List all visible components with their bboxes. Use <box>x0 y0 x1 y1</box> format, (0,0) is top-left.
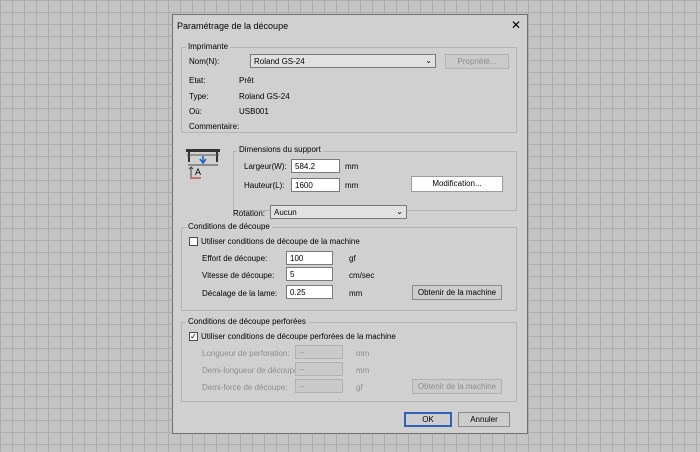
printer-name-select[interactable]: Roland GS-24 ⌄ <box>250 54 436 68</box>
half-length-unit: mm <box>356 366 370 375</box>
half-force-unit: gf <box>356 383 363 392</box>
perforated-get-from-machine-button[interactable]: Obtenir de la machine <box>412 379 502 394</box>
media-icon-letter: A <box>195 167 202 177</box>
cutting-offset-label: Décalage de la lame: <box>202 289 278 298</box>
cutting-offset-unit: mm <box>349 289 363 298</box>
printer-comment-label: Commentaire: <box>189 122 240 131</box>
rotation-value: Aucun <box>274 208 297 217</box>
cutting-speed-label: Vitesse de découpe: <box>202 271 275 280</box>
perforated-use-machine-checkbox[interactable]: ✓ <box>189 332 198 341</box>
media-height-unit: mm <box>345 181 359 190</box>
checkmark-icon: ✓ <box>190 332 197 341</box>
half-force-label: Demi-force de découpe: <box>202 383 288 392</box>
half-length-field[interactable]: -- <box>295 362 343 376</box>
media-legend: Dimensions du support <box>237 145 323 154</box>
cutting-speed-unit: cm/sec <box>349 271 375 280</box>
perforation-length-field[interactable]: -- <box>295 345 343 359</box>
perforation-length-unit: mm <box>356 349 370 358</box>
printer-state-label: Etat: <box>189 76 206 85</box>
printer-state-value: Prêt <box>239 76 254 85</box>
cutting-legend: Conditions de découpe <box>186 222 272 231</box>
perforated-legend: Conditions de découpe perforées <box>186 317 308 326</box>
media-height-field[interactable]: 1600 <box>291 178 340 192</box>
printer-name-label: Nom(N): <box>189 57 220 66</box>
cancel-button[interactable]: Annuler <box>458 412 510 427</box>
printer-where-value: USB001 <box>239 107 269 116</box>
cutting-force-unit: gf <box>349 254 356 263</box>
media-width-field[interactable]: 584.2 <box>291 159 340 173</box>
rotation-label: Rotation: <box>233 209 266 218</box>
rotation-select[interactable]: Aucun ⌄ <box>270 205 407 219</box>
ok-button[interactable]: OK <box>404 412 452 427</box>
media-height-label: Hauteur(L): <box>244 181 285 190</box>
printer-legend: Imprimante <box>186 42 231 51</box>
close-icon[interactable]: ✕ <box>511 19 521 31</box>
printer-name-value: Roland GS-24 <box>254 57 305 66</box>
chevron-down-icon: ⌄ <box>396 207 403 216</box>
media-width-label: Largeur(W): <box>244 162 287 171</box>
chevron-down-icon: ⌄ <box>425 56 432 65</box>
modify-media-button[interactable]: Modification... <box>411 176 503 192</box>
cutting-use-machine-checkbox[interactable] <box>189 237 198 246</box>
properties-button[interactable]: Propriété... <box>445 54 509 69</box>
printer-where-label: Où: <box>189 107 202 116</box>
cutting-use-machine-label[interactable]: Utiliser conditions de découpe de la mac… <box>201 237 360 246</box>
cutting-offset-field[interactable]: 0.25 <box>286 285 333 299</box>
cut-settings-dialog: Paramétrage de la découpe ✕ Imprimante N… <box>172 14 528 434</box>
cutting-speed-field[interactable]: 5 <box>286 267 333 281</box>
title-bar[interactable]: Paramétrage de la découpe ✕ <box>173 15 527 37</box>
media-icon: A <box>185 148 221 180</box>
dialog-title: Paramétrage de la découpe <box>177 21 289 31</box>
printer-type-value: Roland GS-24 <box>239 92 290 101</box>
perforation-length-label: Longueur de perforation: <box>202 349 290 358</box>
cutting-get-from-machine-button[interactable]: Obtenir de la machine <box>412 285 502 300</box>
perforated-use-machine-label[interactable]: Utiliser conditions de découpe perforées… <box>201 332 396 341</box>
printer-type-label: Type: <box>189 92 209 101</box>
half-force-field[interactable]: -- <box>295 379 343 393</box>
half-length-label: Demi-longueur de découpe: <box>202 366 301 375</box>
cutting-force-label: Effort de découpe: <box>202 254 268 263</box>
roller-svg <box>186 149 220 179</box>
cutting-force-field[interactable]: 100 <box>286 251 333 265</box>
media-width-unit: mm <box>345 162 359 171</box>
